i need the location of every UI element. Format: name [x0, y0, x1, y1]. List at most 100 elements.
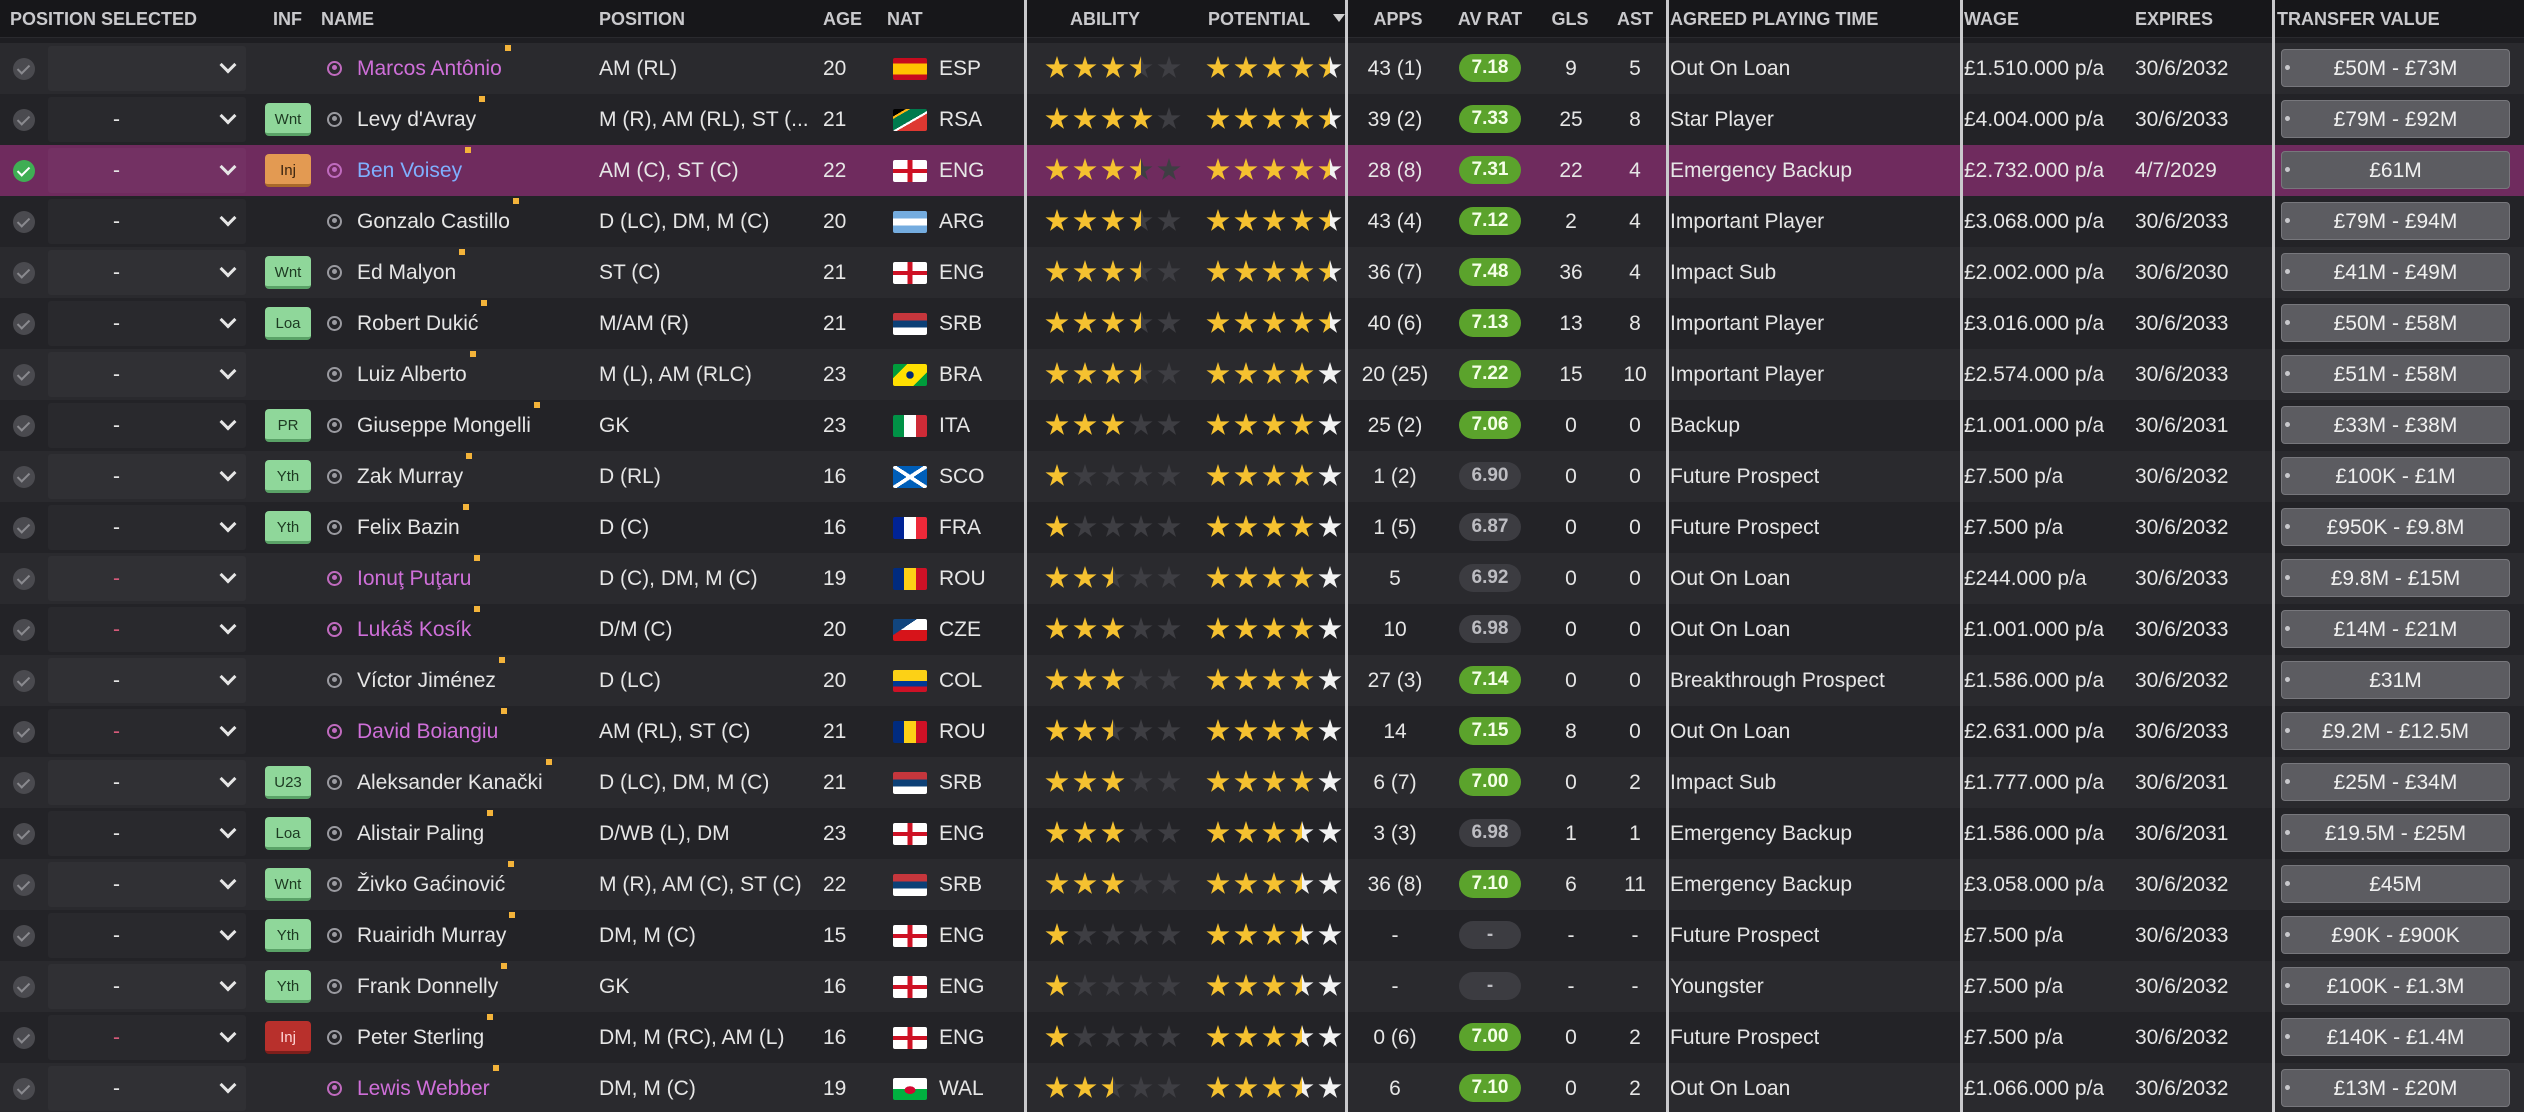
position-selected-dropdown[interactable]	[48, 148, 246, 193]
header-nat[interactable]: NAT	[887, 0, 923, 38]
transfer-value-button[interactable]: £13M - £20M	[2281, 1069, 2510, 1107]
transfer-value-button[interactable]: £51M - £58M	[2281, 355, 2510, 393]
table-row[interactable]: - Lewis Webber DM, M (C) 19 WAL 6 7.10 0 2 Out On…	[0, 1063, 2524, 1112]
transfer-value-button[interactable]: £45M	[2281, 865, 2510, 903]
status-badge[interactable]: Loa	[265, 307, 311, 340]
player-name[interactable]: Ionuţ Puţaru	[357, 553, 481, 604]
transfer-value-button[interactable]: £9.8M - £15M	[2281, 559, 2510, 597]
header-age[interactable]: AGE	[823, 0, 862, 38]
player-name[interactable]: Ben Voisey	[357, 145, 472, 196]
status-badge[interactable]: Wnt	[265, 868, 311, 901]
select-checkbox[interactable]	[13, 262, 35, 284]
status-badge[interactable]: Loa	[265, 817, 311, 850]
player-name[interactable]: Zak Murray	[357, 451, 473, 502]
header-av-rat[interactable]: AV RAT	[1450, 0, 1530, 38]
transfer-value-button[interactable]: £9.2M - £12.5M	[2281, 712, 2510, 750]
select-checkbox[interactable]	[13, 517, 35, 539]
position-selected-dropdown[interactable]	[48, 250, 246, 295]
table-row[interactable]: - Inj Ben Voisey AM (C), ST (C) 22 ENG 28 (8) 7…	[0, 145, 2524, 196]
table-row[interactable]: - Luiz Alberto M (L), AM (RLC) 23 BRA 20 (25)…	[0, 349, 2524, 400]
transfer-value-button[interactable]: £950K - £9.8M	[2281, 508, 2510, 546]
player-name[interactable]: Giuseppe Mongelli	[357, 400, 540, 451]
header-position[interactable]: POSITION	[599, 0, 685, 38]
header-name[interactable]: NAME	[321, 0, 374, 38]
position-selected-dropdown[interactable]	[48, 352, 246, 397]
header-potential[interactable]: POTENTIAL	[1208, 0, 1310, 38]
transfer-value-button[interactable]: £100K - £1.3M	[2281, 967, 2510, 1005]
player-name[interactable]: Frank Donnelly	[357, 961, 508, 1012]
status-badge[interactable]: Wnt	[265, 256, 311, 289]
select-checkbox[interactable]	[13, 364, 35, 386]
sort-descending-icon[interactable]	[1333, 14, 1345, 22]
select-checkbox[interactable]	[13, 721, 35, 743]
position-selected-dropdown[interactable]	[48, 862, 246, 907]
select-checkbox[interactable]	[13, 619, 35, 641]
player-name[interactable]: Felix Bazin	[357, 502, 469, 553]
table-row[interactable]: - Yth Felix Bazin D (C) 16 FRA 1 (5) 6.87 0 0 Futu…	[0, 502, 2524, 553]
table-row[interactable]: - Gonzalo Castillo D (LC), DM, M (C) 20 ARG 4…	[0, 196, 2524, 247]
table-row[interactable]: - Loa Robert Dukić M/AM (R) 21 SRB 40 (6) 7.13 1…	[0, 298, 2524, 349]
position-selected-dropdown[interactable]	[48, 658, 246, 703]
select-checkbox[interactable]	[13, 670, 35, 692]
transfer-value-button[interactable]: £79M - £94M	[2281, 202, 2510, 240]
transfer-value-button[interactable]: £90K - £900K	[2281, 916, 2510, 954]
position-selected-dropdown[interactable]	[48, 913, 246, 958]
transfer-value-button[interactable]: £100K - £1M	[2281, 457, 2510, 495]
status-badge[interactable]: Inj	[265, 154, 311, 187]
position-selected-dropdown[interactable]	[48, 556, 246, 601]
header-agreed-playing-time[interactable]: AGREED PLAYING TIME	[1670, 0, 1878, 38]
table-row[interactable]: - David Boiangiu AM (RL), ST (C) 21 ROU 14 7.1…	[0, 706, 2524, 757]
position-selected-dropdown[interactable]	[48, 403, 246, 448]
select-checkbox[interactable]	[13, 211, 35, 233]
position-selected-dropdown[interactable]	[48, 607, 246, 652]
player-name[interactable]: Živko Gaćinović	[357, 859, 515, 910]
transfer-value-button[interactable]: £50M - £58M	[2281, 304, 2510, 342]
transfer-value-button[interactable]: £61M	[2281, 151, 2510, 189]
position-selected-dropdown[interactable]	[48, 199, 246, 244]
status-badge[interactable]: Yth	[265, 970, 311, 1003]
transfer-value-button[interactable]: £33M - £38M	[2281, 406, 2510, 444]
player-name[interactable]: Víctor Jiménez	[357, 655, 505, 706]
transfer-value-button[interactable]: £41M - £49M	[2281, 253, 2510, 291]
player-name[interactable]: Levy d'Avray	[357, 94, 486, 145]
table-row[interactable]: Marcos Antônio AM (RL) 20 ESP 43 (1) 7.18 9 5 Ou…	[0, 43, 2524, 94]
table-row[interactable]: - Yth Frank Donnelly GK 16 ENG - - - - Youngster £7…	[0, 961, 2524, 1012]
position-selected-dropdown[interactable]	[48, 760, 246, 805]
player-name[interactable]: Alistair Paling	[357, 808, 494, 859]
position-selected-dropdown[interactable]	[48, 964, 246, 1009]
player-name[interactable]: Marcos Antônio	[357, 43, 511, 94]
table-row[interactable]: - Wnt Živko Gaćinović M (R), AM (C), ST (C)…	[0, 859, 2524, 910]
table-row[interactable]: - Wnt Ed Malyon ST (C) 21 ENG 36 (7) 7.48 36 4 Imp…	[0, 247, 2524, 298]
status-badge[interactable]: U23	[265, 766, 311, 799]
header-position-selected[interactable]: POSITION SELECTED	[10, 0, 197, 38]
table-row[interactable]: - Yth Zak Murray D (RL) 16 SCO 1 (2) 6.90 0 0 Futu…	[0, 451, 2524, 502]
status-badge[interactable]: Yth	[265, 511, 311, 544]
position-selected-dropdown[interactable]	[48, 301, 246, 346]
player-name[interactable]: Ruairidh Murray	[357, 910, 516, 961]
select-checkbox[interactable]	[13, 1027, 35, 1049]
select-checkbox[interactable]	[13, 1078, 35, 1100]
select-checkbox[interactable]	[13, 466, 35, 488]
transfer-value-button[interactable]: £31M	[2281, 661, 2510, 699]
transfer-value-button[interactable]: £79M - £92M	[2281, 100, 2510, 138]
status-badge[interactable]: Inj	[265, 1021, 311, 1054]
transfer-value-button[interactable]: £14M - £21M	[2281, 610, 2510, 648]
table-row[interactable]: - Yth Ruairidh Murray DM, M (C) 15 ENG - - - - Fut…	[0, 910, 2524, 961]
select-checkbox[interactable]	[13, 925, 35, 947]
table-row[interactable]: - Inj Peter Sterling DM, M (RC), AM (L) 16 EN…	[0, 1012, 2524, 1063]
header-transfer-value[interactable]: TRANSFER VALUE	[2277, 0, 2440, 38]
position-selected-dropdown[interactable]	[48, 97, 246, 142]
position-selected-dropdown[interactable]	[48, 1015, 246, 1060]
header-inf[interactable]: INF	[273, 0, 302, 38]
select-checkbox[interactable]	[13, 160, 35, 182]
header-apps[interactable]: APPS	[1358, 0, 1438, 38]
select-checkbox[interactable]	[13, 976, 35, 998]
player-name[interactable]: David Boiangiu	[357, 706, 508, 757]
header-gls[interactable]: GLS	[1540, 0, 1600, 38]
table-row[interactable]: - Wnt Levy d'Avray M (R), AM (RL), ST (... 2…	[0, 94, 2524, 145]
position-selected-dropdown[interactable]	[48, 46, 246, 91]
position-selected-dropdown[interactable]	[48, 811, 246, 856]
player-name[interactable]: Peter Sterling	[357, 1012, 494, 1063]
table-row[interactable]: - Víctor Jiménez D (LC) 20 COL 27 (3) 7.14 0 0 Br…	[0, 655, 2524, 706]
select-checkbox[interactable]	[13, 415, 35, 437]
